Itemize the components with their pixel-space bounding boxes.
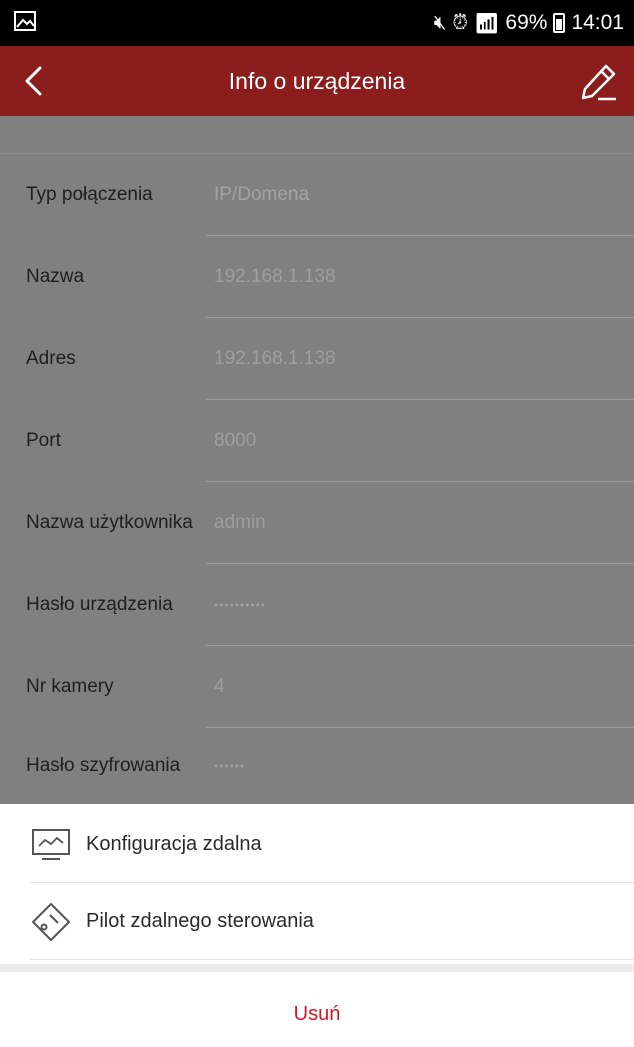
status-indicators: 🔇︎ ⏰︎ 📶︎ 69% 14:01 <box>434 0 624 46</box>
edit-button[interactable] <box>576 60 620 104</box>
field-encryption-password[interactable]: Hasło szyfrowania •••••• <box>0 728 634 804</box>
remote-control-item[interactable]: Pilot zdalnego sterowania <box>0 883 634 959</box>
field-device-password[interactable]: Hasło urządzenia •••••••••• <box>0 564 634 646</box>
field-label: Nazwa <box>26 265 85 287</box>
image-notification-icon <box>14 11 36 31</box>
field-label: Hasło urządzenia <box>26 593 173 615</box>
field-value: 4 <box>214 676 225 697</box>
status-bar: 🔇︎ ⏰︎ 📶︎ 69% 14:01 <box>0 0 634 46</box>
divider <box>30 959 634 960</box>
field-value: 8000 <box>214 430 257 451</box>
field-label: Typ połączenia <box>26 183 153 205</box>
field-label: Adres <box>26 347 76 369</box>
sheet-separator <box>0 964 634 972</box>
field-connection-type[interactable]: Typ połączenia IP/Domena <box>0 154 634 236</box>
monitor-icon <box>32 829 70 860</box>
menu-item-label: Pilot zdalnego sterowania <box>86 910 314 932</box>
field-port[interactable]: Port 8000 <box>0 400 634 482</box>
app-bar: Info o urządzenia <box>0 46 634 116</box>
field-label: Nr kamery <box>26 675 114 697</box>
alarm-icon: ⏰︎ <box>452 11 469 34</box>
device-info-form: Typ połączenia IP/Domena Nazwa 192.168.1… <box>0 116 634 804</box>
field-username[interactable]: Nazwa użytkownika admin <box>0 482 634 564</box>
field-label: Hasło szyfrowania <box>26 754 181 776</box>
action-sheet: Konfiguracja zdalna Pilot zdalnego stero… <box>0 804 634 1047</box>
battery-icon <box>553 13 566 33</box>
battery-percent: 69% <box>505 11 548 34</box>
remote-control-icon <box>32 903 70 941</box>
wifi-icon: 📶︎ <box>474 12 500 35</box>
field-camera-number[interactable]: Nr kamery 4 <box>0 646 634 728</box>
field-value: 192.168.1.138 <box>214 348 336 369</box>
field-value: 192.168.1.138 <box>214 266 336 287</box>
chevron-left-icon <box>25 66 42 96</box>
field-value: admin <box>214 512 266 533</box>
delete-button[interactable]: Usuń <box>0 974 634 1047</box>
field-label: Port <box>26 429 61 451</box>
field-value: IP/Domena <box>214 184 310 205</box>
back-button[interactable] <box>14 60 56 102</box>
menu-item-label: Konfiguracja zdalna <box>86 833 262 855</box>
page-title: Info o urządzenia <box>228 68 406 94</box>
field-name[interactable]: Nazwa 192.168.1.138 <box>0 236 634 318</box>
mute-icon: 🔇︎ <box>433 11 447 34</box>
field-value: •••••••••• <box>214 598 267 612</box>
remote-config-item[interactable]: Konfiguracja zdalna <box>0 806 634 882</box>
form-header-spacer <box>0 116 634 154</box>
pencil-icon <box>581 64 616 101</box>
field-label: Nazwa użytkownika <box>26 511 193 533</box>
clock: 14:01 <box>571 11 624 34</box>
field-value: •••••• <box>214 759 246 773</box>
field-address[interactable]: Adres 192.168.1.138 <box>0 318 634 400</box>
